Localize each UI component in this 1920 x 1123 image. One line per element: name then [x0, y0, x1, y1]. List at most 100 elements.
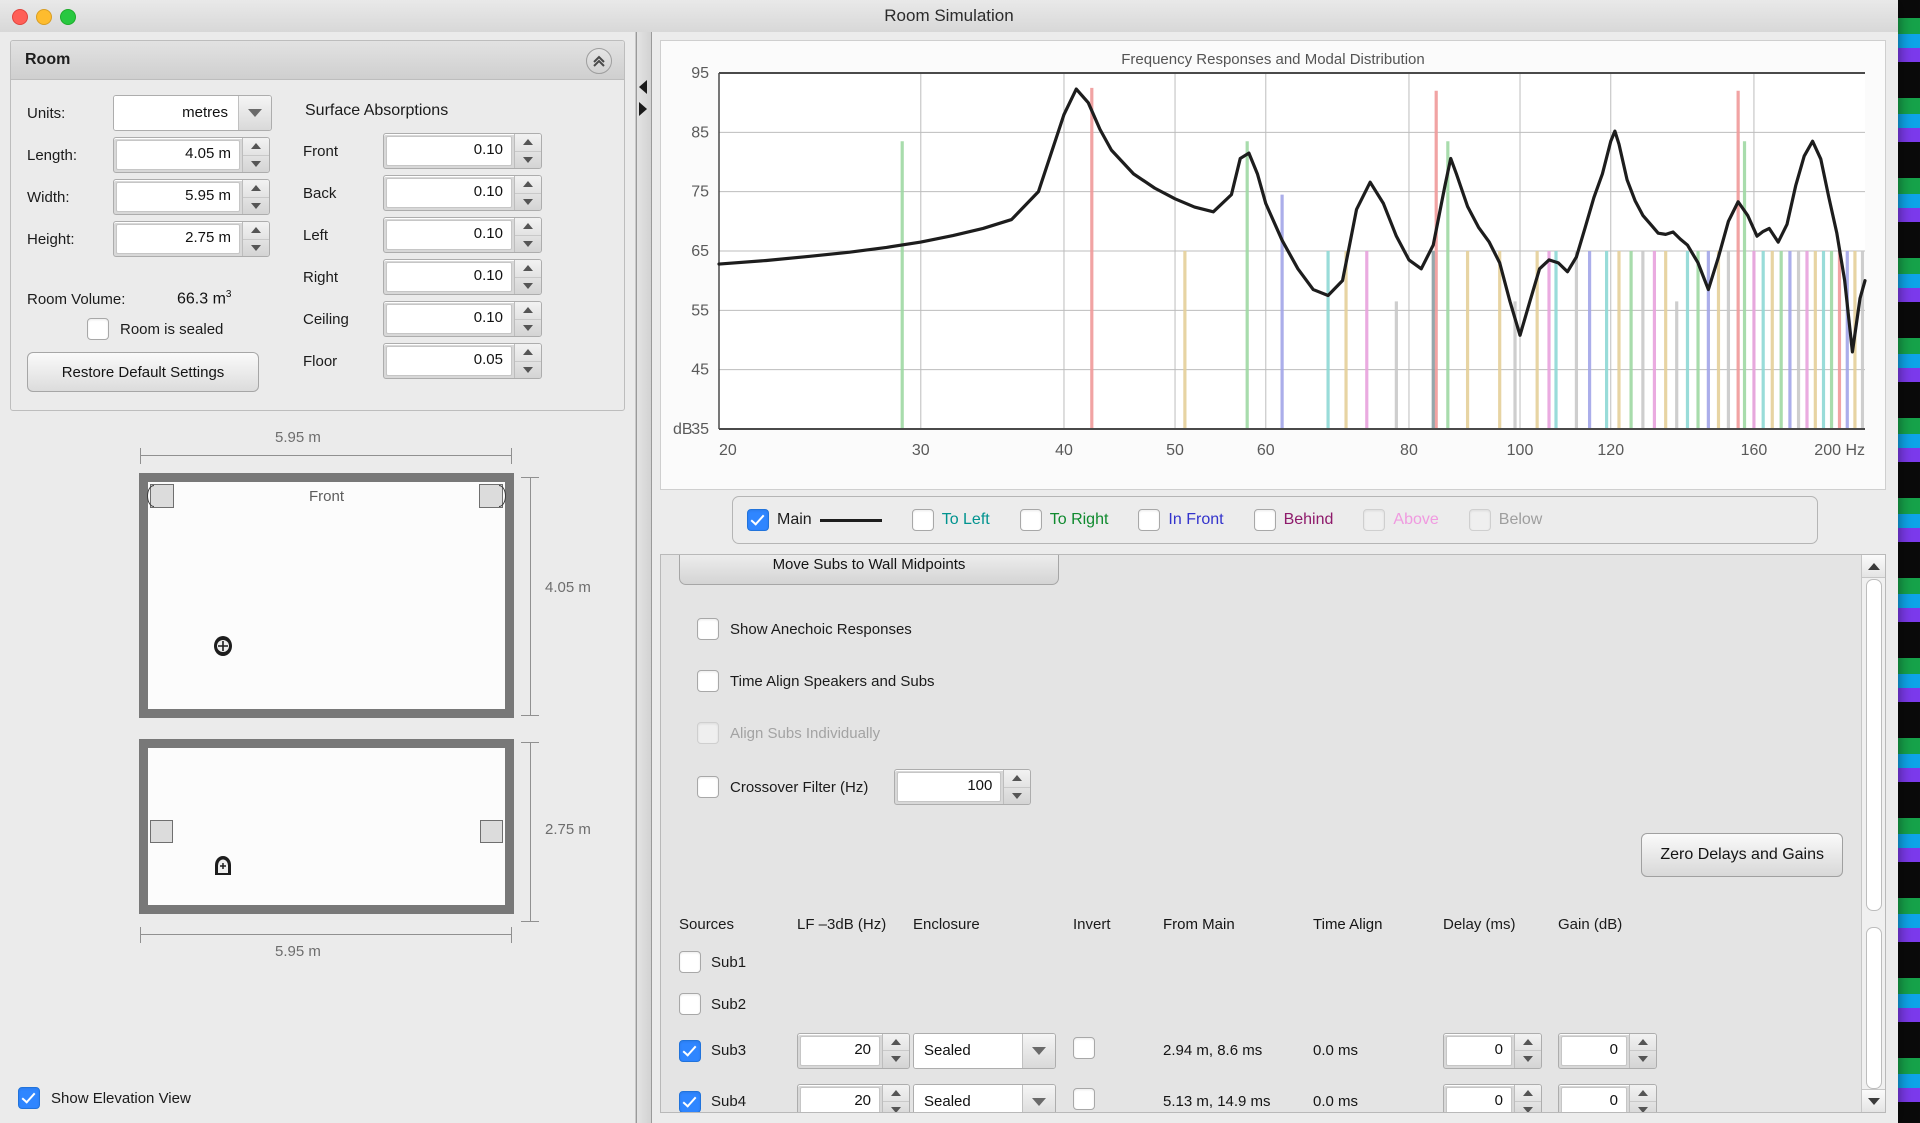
scrollbar-thumb-upper[interactable]: [1866, 579, 1882, 911]
speaker-left-icon[interactable]: [150, 484, 174, 508]
crossover-filter-row[interactable]: Crossover Filter (Hz) 100: [697, 759, 1843, 815]
room-sealed-checkbox[interactable]: [87, 318, 109, 340]
units-select[interactable]: metres: [113, 95, 272, 131]
legend-checkbox-to-right[interactable]: [1019, 509, 1042, 531]
absorption-left-increment[interactable]: [515, 218, 541, 235]
show-elevation-view-row[interactable]: Show Elevation View: [18, 1087, 191, 1109]
plan-room-rect[interactable]: Front: [139, 473, 514, 718]
show-anechoic-row[interactable]: Show Anechoic Responses: [697, 603, 1843, 655]
lf-value-sub3[interactable]: 20: [800, 1035, 880, 1066]
gain-sub4-increment[interactable]: [1630, 1085, 1656, 1102]
pane-divider[interactable]: [636, 32, 652, 1123]
absorption-stepper-back[interactable]: 0.10: [383, 175, 542, 211]
frequency-response-chart[interactable]: Frequency Responses and Modal Distributi…: [660, 40, 1886, 490]
length-value[interactable]: 4.05 m: [116, 140, 240, 170]
legend-checkbox-main[interactable]: [747, 509, 769, 531]
absorption-right-increment[interactable]: [515, 260, 541, 277]
source-checkbox-sub1[interactable]: [679, 951, 701, 973]
table-row[interactable]: Sub3 20 Sealed 2.94 m, 8.6 ms 0.0 ms 0 0: [679, 1025, 1843, 1076]
legend-item-to-right[interactable]: To Right: [1019, 509, 1108, 531]
delay-sub3-decrement[interactable]: [1515, 1050, 1541, 1068]
absorption-front-decrement[interactable]: [515, 150, 541, 169]
double-chevron-up-icon[interactable]: [586, 48, 612, 74]
legend-checkbox-in-front[interactable]: [1138, 509, 1161, 531]
absorption-right-decrement[interactable]: [515, 276, 541, 295]
crossover-frequency-value[interactable]: 100: [897, 772, 1002, 802]
legend-item-in-front[interactable]: In Front: [1138, 509, 1224, 531]
width-increment[interactable]: [243, 180, 269, 197]
gain-stepper-sub3[interactable]: 0: [1558, 1032, 1657, 1069]
gain-value-sub4[interactable]: 0: [1561, 1086, 1627, 1112]
delay-stepper-sub3[interactable]: 0: [1443, 1032, 1542, 1069]
room-sealed-row[interactable]: Room is sealed: [87, 312, 287, 346]
absorption-value-right[interactable]: 0.10: [386, 262, 512, 292]
zero-delays-and-gains-button[interactable]: Zero Delays and Gains: [1641, 833, 1843, 877]
lf-sub4-decrement[interactable]: [883, 1101, 909, 1112]
scroll-up-button[interactable]: [1862, 555, 1885, 578]
divider-collapse-left-icon[interactable]: [639, 80, 647, 94]
absorption-left-decrement[interactable]: [515, 234, 541, 253]
listening-position-elevation-icon[interactable]: [212, 853, 234, 877]
show-elevation-view-checkbox[interactable]: [18, 1087, 40, 1109]
absorption-value-front[interactable]: 0.10: [386, 136, 512, 166]
elevation-view[interactable]: 2.75 m 5.95 m: [0, 729, 635, 960]
invert-checkbox-sub3[interactable]: [1073, 1037, 1095, 1059]
move-subs-to-wall-midpoints-button[interactable]: Move Subs to Wall Midpoints: [679, 555, 1059, 585]
width-decrement[interactable]: [243, 196, 269, 215]
absorption-stepper-front[interactable]: 0.10: [383, 133, 542, 169]
gain-value-sub3[interactable]: 0: [1561, 1035, 1627, 1066]
height-increment[interactable]: [243, 222, 269, 239]
gain-sub3-decrement[interactable]: [1630, 1050, 1656, 1068]
length-stepper-arrows[interactable]: [242, 138, 269, 172]
delay-stepper-sub4[interactable]: 0: [1443, 1083, 1542, 1112]
plan-view[interactable]: 5.95 m Front 4.05 m: [0, 429, 635, 729]
crossover-increment[interactable]: [1004, 770, 1030, 787]
crossover-frequency-stepper[interactable]: 100: [894, 769, 1032, 805]
lf-sub3-decrement[interactable]: [883, 1050, 909, 1068]
speaker-elevation-left-icon[interactable]: [150, 820, 173, 843]
invert-checkbox-sub4[interactable]: [1073, 1088, 1095, 1110]
delay-sub3-increment[interactable]: [1515, 1034, 1541, 1051]
absorption-ceiling-increment[interactable]: [515, 302, 541, 319]
height-decrement[interactable]: [243, 238, 269, 257]
crossover-decrement[interactable]: [1004, 786, 1031, 805]
table-row[interactable]: Sub1: [679, 941, 1843, 983]
delay-sub4-decrement[interactable]: [1515, 1101, 1541, 1112]
absorption-value-left[interactable]: 0.10: [386, 220, 512, 250]
elevation-room-rect[interactable]: [139, 739, 514, 914]
table-row[interactable]: Sub4 20 Sealed 5.13 m, 14.9 ms 0.0 ms 0 …: [679, 1076, 1843, 1112]
legend-item-behind[interactable]: Behind: [1253, 509, 1333, 531]
enclosure-select-sub4[interactable]: Sealed: [913, 1083, 1056, 1112]
listening-position-icon[interactable]: [212, 634, 234, 658]
restore-default-settings-button[interactable]: Restore Default Settings: [27, 352, 259, 392]
legend-item-main[interactable]: Main: [747, 509, 882, 531]
lf-value-sub4[interactable]: 20: [800, 1086, 880, 1112]
absorption-value-back[interactable]: 0.10: [386, 178, 512, 208]
time-align-checkbox[interactable]: [697, 670, 719, 692]
lf-stepper-sub4[interactable]: 20: [797, 1083, 910, 1112]
source-checkbox-sub2[interactable]: [679, 993, 701, 1015]
speaker-right-icon[interactable]: [479, 484, 503, 508]
lf-sub3-increment[interactable]: [883, 1034, 909, 1051]
source-checkbox-sub4[interactable]: [679, 1090, 701, 1112]
speaker-elevation-right-icon[interactable]: [480, 820, 503, 843]
legend-item-to-left[interactable]: To Left: [911, 509, 990, 531]
height-value[interactable]: 2.75 m: [116, 224, 240, 254]
gain-sub4-decrement[interactable]: [1630, 1101, 1656, 1112]
absorption-value-ceiling[interactable]: 0.10: [386, 304, 512, 334]
delay-value-sub3[interactable]: 0: [1446, 1035, 1512, 1066]
absorption-back-decrement[interactable]: [515, 192, 541, 211]
crossover-filter-checkbox[interactable]: [697, 776, 719, 798]
vertical-scrollbar[interactable]: [1861, 555, 1885, 1112]
show-anechoic-checkbox[interactable]: [697, 618, 719, 640]
lf-sub4-increment[interactable]: [883, 1085, 909, 1102]
legend-checkbox-behind[interactable]: [1253, 509, 1276, 531]
absorption-stepper-ceiling[interactable]: 0.10: [383, 301, 542, 337]
absorption-back-increment[interactable]: [515, 176, 541, 193]
absorption-floor-increment[interactable]: [515, 344, 541, 361]
delay-sub4-increment[interactable]: [1515, 1085, 1541, 1102]
absorption-stepper-left[interactable]: 0.10: [383, 217, 542, 253]
absorption-ceiling-decrement[interactable]: [515, 318, 541, 337]
legend-checkbox-to-left[interactable]: [911, 509, 934, 531]
absorption-floor-decrement[interactable]: [515, 360, 541, 379]
